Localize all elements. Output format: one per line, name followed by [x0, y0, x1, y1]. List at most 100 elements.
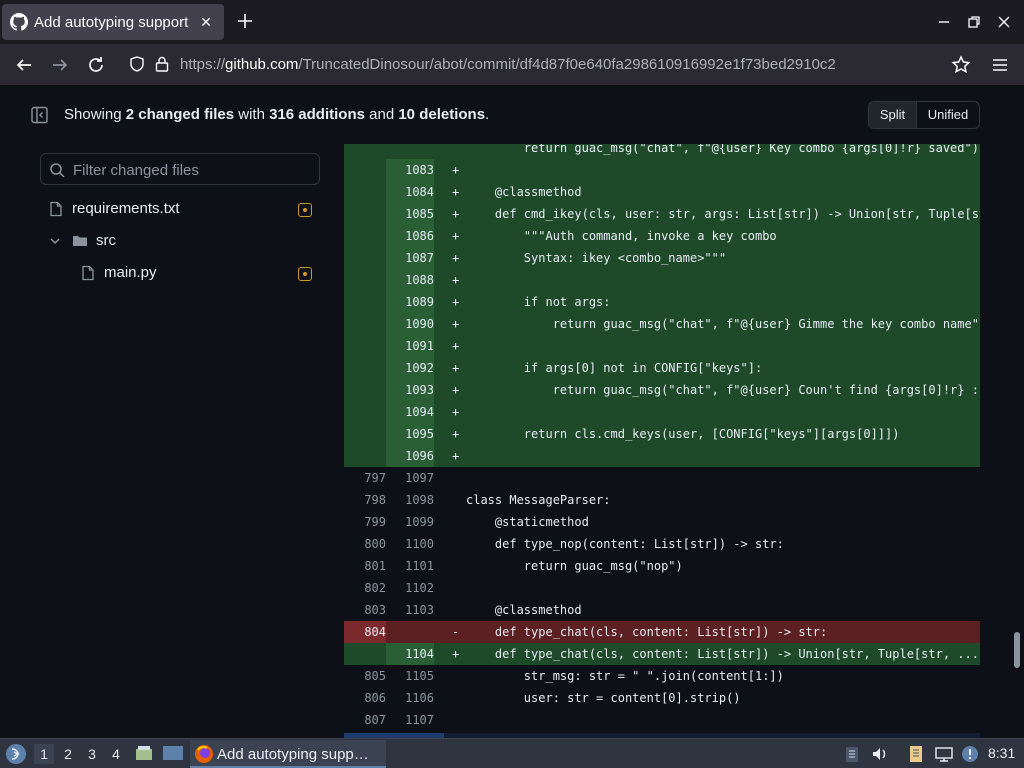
diff-line-added: 1089 + if not args:	[344, 291, 980, 313]
close-tab-icon[interactable]: ✕	[196, 12, 216, 32]
diff-sign: +	[452, 229, 460, 243]
new-line-number[interactable]: 1107	[386, 709, 434, 731]
new-line-number[interactable]: 1084	[386, 181, 434, 203]
changes-summary: Showing 2 changed files with 316 additio…	[64, 106, 489, 123]
new-line-number[interactable]: 1102	[386, 577, 434, 599]
close-window-icon[interactable]	[994, 12, 1014, 32]
url-bar[interactable]: https://github.com/TruncatedDinosour/abo…	[118, 48, 988, 80]
new-line-number[interactable]: 1099	[386, 511, 434, 533]
diff-sign: +	[452, 295, 460, 309]
new-line-number[interactable]: 1085	[386, 203, 434, 225]
filter-changed-files-input[interactable]	[73, 160, 313, 180]
new-line-number[interactable]: 1106	[386, 687, 434, 709]
taskbar-firefox-window[interactable]: Add autotyping supp…	[190, 740, 386, 768]
old-line-number[interactable]: 799	[344, 511, 386, 533]
new-line-number[interactable]: 1087	[386, 247, 434, 269]
old-line-number[interactable]: 804	[344, 621, 386, 643]
new-line-number[interactable]: 1094	[386, 401, 434, 423]
code-text: return guac_msg("chat", f"@{user} Gimme …	[466, 317, 980, 331]
diff-sign: +	[452, 273, 460, 287]
old-line-number[interactable]: 800	[344, 533, 386, 555]
volume-icon[interactable]	[870, 744, 890, 764]
new-line-number[interactable]: 1086	[386, 225, 434, 247]
diff-sign: +	[452, 185, 460, 199]
diff-line-added: 1094 +	[344, 401, 980, 423]
new-line-number[interactable]: 1101	[386, 555, 434, 577]
network-icon[interactable]	[934, 744, 954, 764]
back-icon[interactable]	[12, 53, 36, 77]
browser-tab-bar: Add autotyping support ✕	[0, 0, 1024, 44]
new-line-number[interactable]: 1096	[386, 445, 434, 467]
new-line-number[interactable]: 1083	[386, 159, 434, 181]
file-tree-item-requirements[interactable]: requirements.txt	[40, 195, 320, 223]
new-line-number[interactable]: 1103	[386, 599, 434, 621]
diff-line-context: 800 1100 def type_nop(content: List[str])…	[344, 533, 980, 555]
url-host: github.com	[225, 56, 299, 73]
diff-view-toggle: Split Unified	[868, 101, 980, 129]
diff-line-added: 1085 + def cmd_ikey(cls, user: str, args:…	[344, 203, 980, 225]
bookmark-star-icon[interactable]	[949, 53, 973, 77]
new-line-number[interactable]: 1104	[386, 643, 434, 665]
sidebar-toggle-icon[interactable]	[30, 106, 50, 124]
notes-tray-icon[interactable]	[906, 744, 926, 764]
browser-tab-active[interactable]: Add autotyping support ✕	[2, 4, 224, 40]
start-menu-icon[interactable]	[5, 743, 27, 765]
code-text: def cmd_ikey(cls, user: str, args: List[…	[494, 207, 980, 221]
new-line-number[interactable]: 1093	[386, 379, 434, 401]
workspace-1[interactable]: 1	[34, 744, 54, 764]
old-line-number[interactable]: 797	[344, 467, 386, 489]
diff-sign: +	[452, 207, 460, 221]
diff-line-added: 1093 + return guac_msg("chat", f"@{user} …	[344, 379, 980, 401]
new-line-number[interactable]: 1105	[386, 665, 434, 687]
old-line-number[interactable]: 805	[344, 665, 386, 687]
file-tree-item-src-folder[interactable]: src	[40, 227, 320, 255]
new-line-number[interactable]: 1097	[386, 467, 434, 489]
diff-sign: +	[452, 449, 460, 463]
forward-icon[interactable]	[48, 53, 72, 77]
new-line-number[interactable]: 1088	[386, 269, 434, 291]
file-tree-item-main-py[interactable]: main.py	[40, 259, 320, 287]
old-line-number[interactable]: 798	[344, 489, 386, 511]
diff-summary-bar: Showing 2 changed files with 316 additio…	[0, 86, 1024, 144]
workspace-4[interactable]: 4	[106, 744, 126, 764]
new-line-number[interactable]: 1095	[386, 423, 434, 445]
diff-line-added: 1096 +	[344, 445, 980, 467]
workspace-2[interactable]: 2	[58, 744, 78, 764]
code-text: def type_chat(cls, content: List[str]) -…	[466, 625, 828, 639]
new-line-number[interactable]: 1100	[386, 533, 434, 555]
chevron-down-icon	[50, 238, 60, 245]
unified-view-button[interactable]: Unified	[917, 102, 979, 128]
shield-icon[interactable]	[128, 55, 146, 73]
split-view-button[interactable]: Split	[869, 102, 917, 128]
update-notification-icon[interactable]	[960, 744, 980, 764]
file-manager-icon[interactable]	[134, 743, 154, 763]
new-line-number[interactable]: 1090	[386, 313, 434, 335]
workspace-3[interactable]: 3	[82, 744, 102, 764]
reload-icon[interactable]	[84, 53, 108, 77]
diff-line-added: 1083 +	[344, 159, 980, 181]
old-line-number[interactable]: 806	[344, 687, 386, 709]
desktop-icon[interactable]	[162, 743, 184, 763]
menu-icon[interactable]	[988, 53, 1012, 77]
new-tab-icon[interactable]	[234, 10, 256, 32]
diff-line-context: 797 1097	[344, 467, 980, 489]
new-line-number[interactable]: 1092	[386, 357, 434, 379]
code-text: def type_chat(cls, content: List[str]) -…	[466, 647, 980, 661]
minimize-icon[interactable]	[934, 12, 954, 32]
old-line-number[interactable]: 802	[344, 577, 386, 599]
old-line-number[interactable]: 803	[344, 599, 386, 621]
new-line-number[interactable]: 1098	[386, 489, 434, 511]
new-line-number[interactable]: 1091	[386, 335, 434, 357]
lock-icon[interactable]	[154, 55, 170, 73]
new-line-number[interactable]: 1089	[386, 291, 434, 313]
clipboard-tray-icon[interactable]	[842, 744, 862, 764]
page-scrollbar-thumb[interactable]	[1014, 632, 1020, 668]
url-path: /TruncatedDinosour/abot/commit/df4d87f0e…	[298, 56, 836, 73]
old-line-number[interactable]: 801	[344, 555, 386, 577]
diff-line-context: 805 1105 str_msg: str = " ".join(content[…	[344, 665, 980, 687]
restore-icon[interactable]	[964, 12, 984, 32]
diff-sign: +	[452, 251, 460, 265]
code-text: return guac_msg("chat", f"@{user} Key co…	[466, 144, 979, 155]
old-line-number[interactable]: 807	[344, 709, 386, 731]
diff-line-context: 803 1103 @classmethod	[344, 599, 980, 621]
